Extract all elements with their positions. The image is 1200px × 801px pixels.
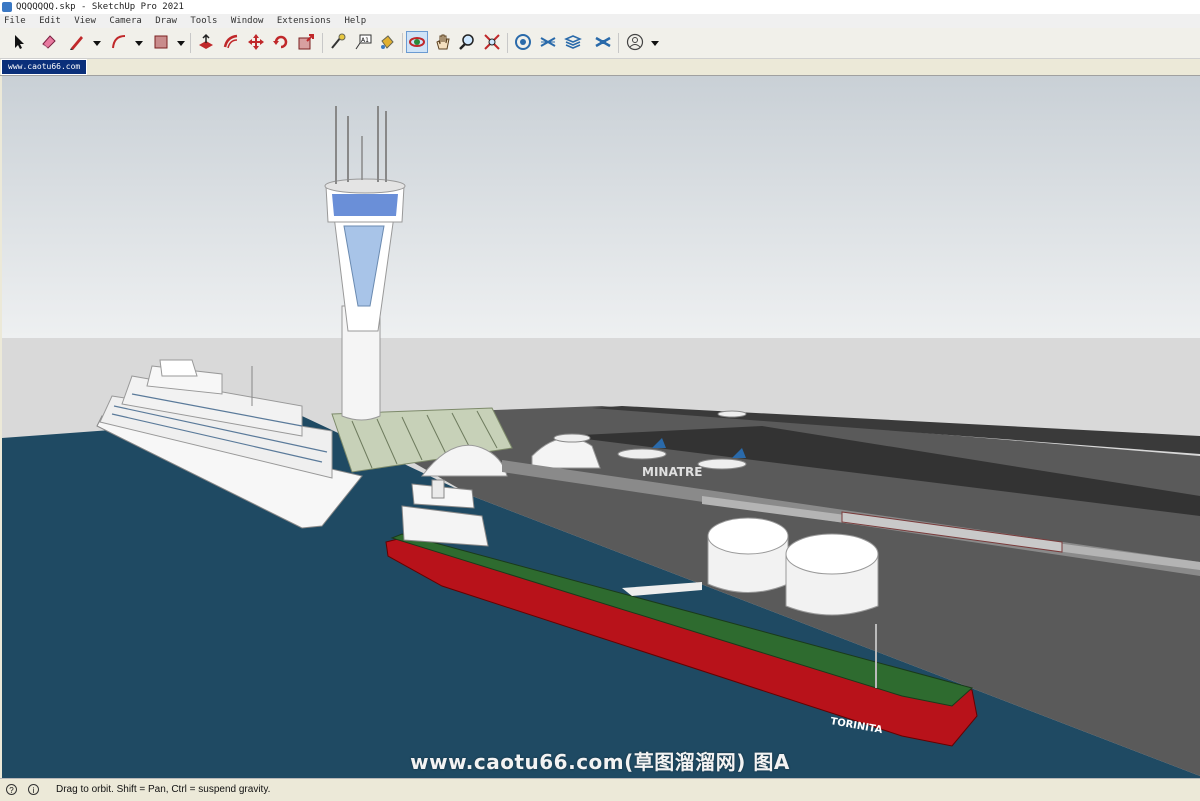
sky bbox=[2, 76, 1200, 338]
tanker-funnel bbox=[431, 479, 445, 499]
sketchup-app-icon bbox=[2, 2, 12, 12]
move-tool[interactable] bbox=[245, 31, 267, 53]
watermark-text: www.caotu66.com(草图溜溜网) 图A bbox=[410, 750, 790, 774]
tape-measure-tool[interactable] bbox=[327, 31, 349, 53]
line-dropdown-chevron-down-icon[interactable] bbox=[93, 39, 101, 47]
pan-tool[interactable] bbox=[432, 31, 454, 53]
geo-location-icon[interactable]: ? bbox=[6, 784, 17, 795]
text-icon: A1 bbox=[355, 34, 372, 50]
menu-edit[interactable]: Edit bbox=[35, 14, 65, 28]
status-text: Drag to orbit. Shift = Pan, Ctrl = suspe… bbox=[56, 784, 271, 795]
orbit-icon bbox=[409, 37, 425, 47]
magnifier-icon bbox=[459, 34, 474, 50]
toolbar-separator bbox=[190, 33, 191, 53]
menu-draw[interactable]: Draw bbox=[151, 14, 181, 28]
scene-tab[interactable]: www.caotu66.com bbox=[1, 59, 88, 75]
move-icon bbox=[248, 34, 264, 50]
toolbar-separator bbox=[618, 33, 619, 53]
model-scene: MINATRE TORINITA bbox=[2, 76, 1200, 778]
warehouse-icon bbox=[515, 34, 531, 50]
rotate-tool[interactable] bbox=[270, 31, 292, 53]
pencil-icon bbox=[70, 36, 83, 50]
paint-bucket-icon bbox=[381, 35, 394, 49]
storage-tank bbox=[785, 533, 879, 616]
tape-measure-icon bbox=[331, 33, 346, 49]
push-pull-tool[interactable] bbox=[195, 31, 217, 53]
zoom-tool[interactable] bbox=[456, 31, 478, 53]
large-toolset-toolbar: A1 bbox=[0, 28, 1200, 59]
storage-tank bbox=[707, 517, 789, 593]
offset-icon bbox=[223, 34, 238, 49]
hand-icon bbox=[436, 34, 450, 50]
rectangle-icon bbox=[154, 35, 168, 49]
shape-tool[interactable] bbox=[150, 31, 172, 53]
menu-camera[interactable]: Camera bbox=[105, 14, 146, 28]
airplane bbox=[553, 433, 591, 443]
offset-tool[interactable] bbox=[220, 31, 242, 53]
select-tool[interactable] bbox=[8, 31, 30, 53]
arrow-cursor-icon bbox=[15, 35, 24, 49]
toolbar-separator bbox=[322, 33, 323, 53]
extension-icon bbox=[540, 37, 556, 47]
line-tool[interactable] bbox=[66, 31, 88, 53]
title-bar: QQQQQQQ.skp - SketchUp Pro 2021 bbox=[0, 0, 1200, 14]
warehouse-tool[interactable] bbox=[512, 31, 534, 53]
shape-dropdown-chevron-down-icon[interactable] bbox=[177, 39, 185, 47]
eraser-icon bbox=[42, 35, 56, 49]
scale-tool[interactable] bbox=[295, 31, 317, 53]
svg-text:A1: A1 bbox=[361, 37, 369, 44]
menu-bar: File Edit View Camera Draw Tools Window … bbox=[0, 14, 1200, 28]
arc-icon bbox=[112, 35, 126, 49]
layout-icon bbox=[564, 35, 582, 49]
account-dropdown-chevron-down-icon[interactable] bbox=[651, 39, 659, 47]
menu-file[interactable]: File bbox=[0, 14, 30, 28]
info-icon[interactable]: i bbox=[28, 784, 39, 795]
layout-tool[interactable] bbox=[562, 31, 584, 53]
airplane bbox=[717, 410, 747, 418]
arc-dropdown-chevron-down-icon[interactable] bbox=[135, 39, 143, 47]
zoom-extents-tool[interactable] bbox=[481, 31, 503, 53]
menu-help[interactable]: Help bbox=[340, 14, 370, 28]
text-tool[interactable]: A1 bbox=[352, 31, 374, 53]
orbit-tool[interactable] bbox=[406, 31, 428, 53]
window-title: QQQQQQQ.skp - SketchUp Pro 2021 bbox=[16, 2, 184, 12]
eraser-tool[interactable] bbox=[38, 31, 60, 53]
push-pull-icon bbox=[199, 33, 213, 49]
status-bar: ? i Drag to orbit. Shift = Pan, Ctrl = s… bbox=[0, 778, 1200, 801]
toolbar-separator bbox=[402, 33, 403, 53]
rotate-icon bbox=[273, 35, 288, 49]
scale-icon bbox=[298, 34, 314, 50]
arc-tool[interactable] bbox=[108, 31, 130, 53]
terminal-sign: MINATRE bbox=[642, 465, 702, 479]
paint-bucket-tool[interactable] bbox=[376, 31, 398, 53]
menu-extensions[interactable]: Extensions bbox=[273, 14, 335, 28]
toolbar-separator bbox=[507, 33, 508, 53]
scene-tab-bar: www.caotu66.com bbox=[0, 59, 1200, 76]
account-tool[interactable] bbox=[624, 31, 646, 53]
extension-manager-icon bbox=[595, 36, 611, 48]
extension-manager-tool[interactable] bbox=[592, 31, 614, 53]
user-icon bbox=[626, 33, 644, 51]
model-viewport[interactable]: MINATRE TORINITA bbox=[2, 76, 1200, 778]
menu-window[interactable]: Window bbox=[227, 14, 268, 28]
menu-view[interactable]: View bbox=[70, 14, 100, 28]
zoom-extents-icon bbox=[484, 34, 500, 50]
menu-tools[interactable]: Tools bbox=[186, 14, 221, 28]
extension-warehouse-tool[interactable] bbox=[537, 31, 559, 53]
